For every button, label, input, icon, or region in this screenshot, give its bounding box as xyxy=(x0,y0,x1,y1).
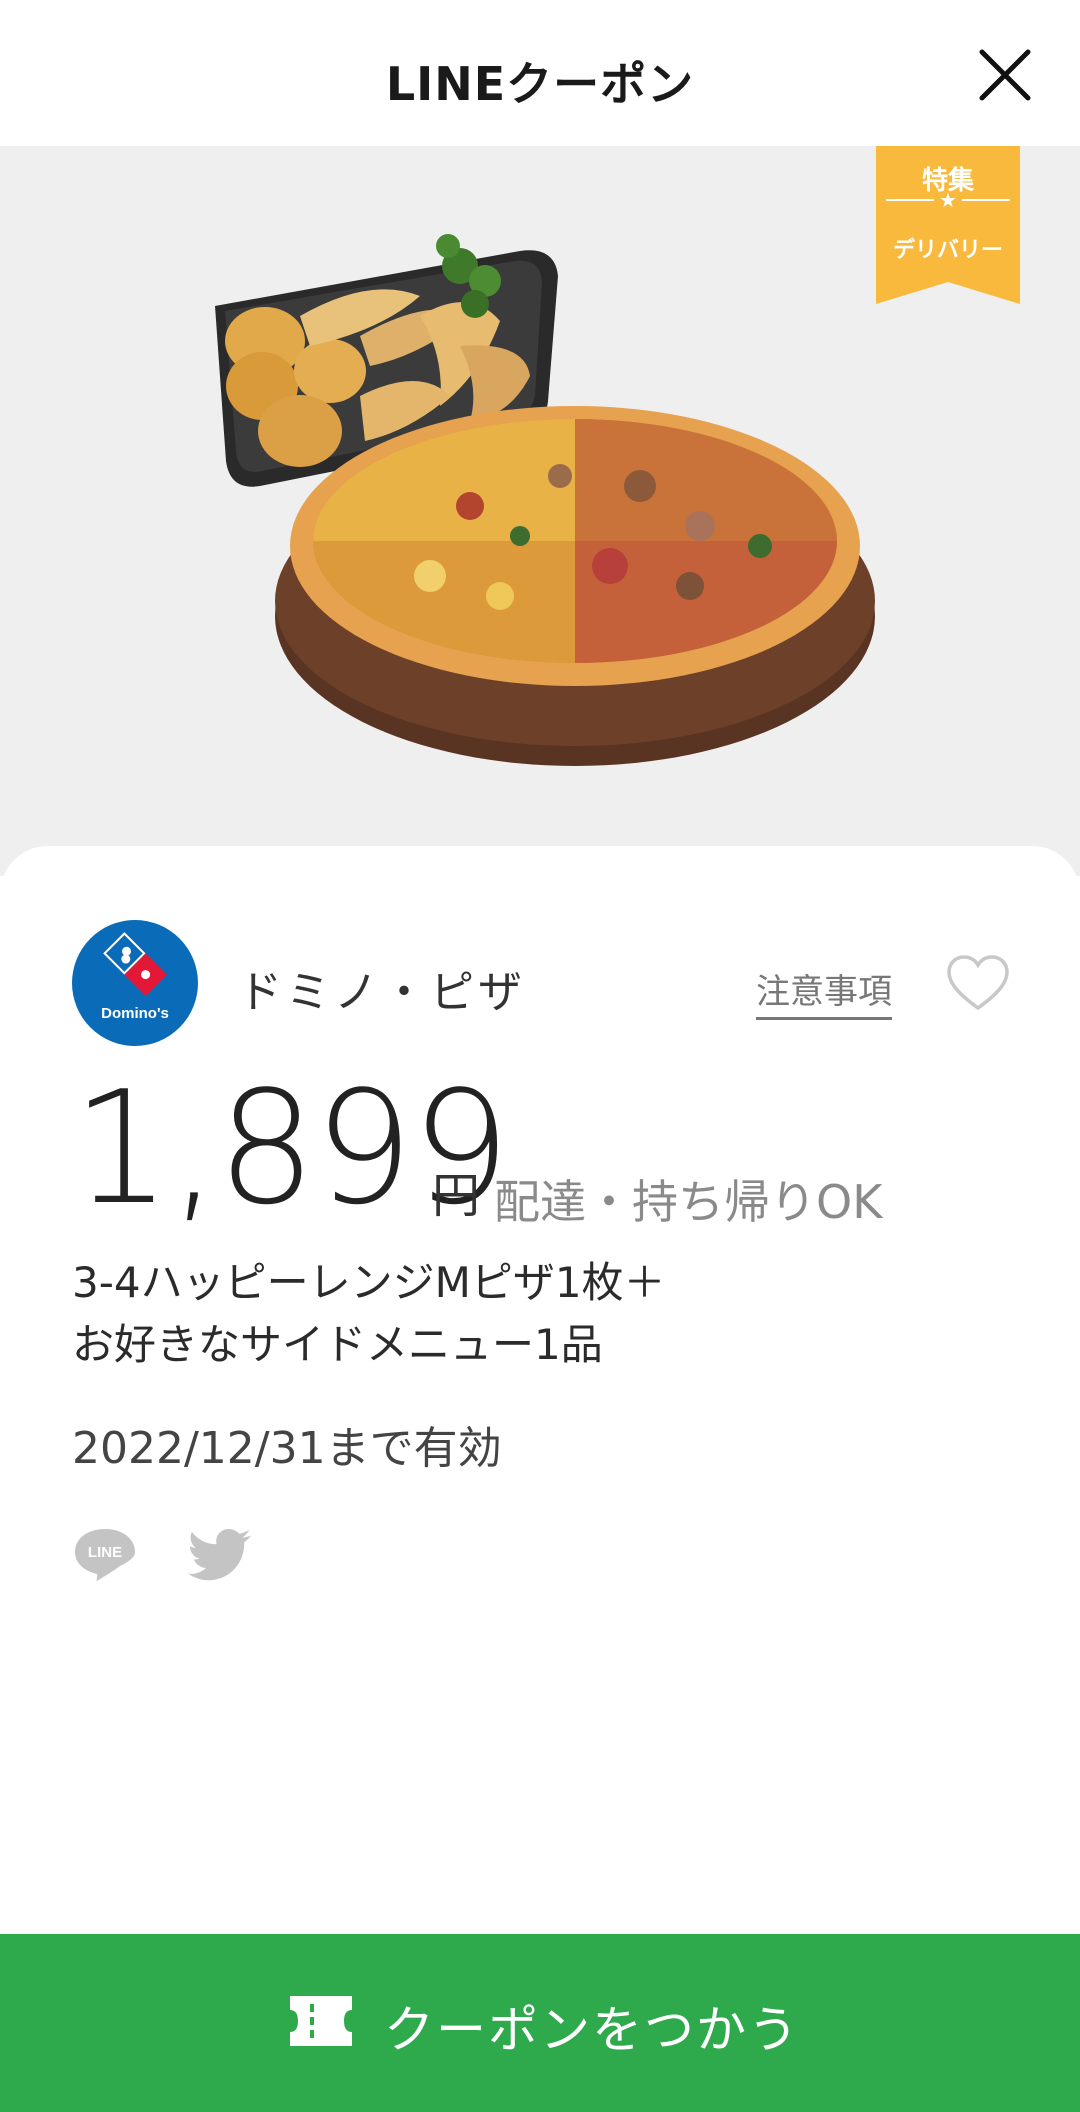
description-line-2: お好きなサイドメニュー1品 xyxy=(72,1320,603,1369)
coupon-description: 3-4ハッピーレンジMピザ1枚＋ お好きなサイドメニュー1品 xyxy=(72,1252,972,1376)
description-line-1: 3-4ハッピーレンジMピザ1枚＋ xyxy=(72,1258,666,1307)
app-title: LINEクーポン xyxy=(385,57,695,111)
store-name: ドミノ・ピザ xyxy=(238,967,526,1018)
star-icon: ★ xyxy=(939,188,957,212)
badge-label-delivery: デリバリー xyxy=(892,238,1003,263)
heart-icon[interactable] xyxy=(946,954,1010,1012)
use-coupon-button[interactable]: クーポンをつかう xyxy=(0,1934,1080,2112)
valid-until: 2022/12/31まで有効 xyxy=(72,1423,502,1474)
notes-link[interactable]: 注意事項 xyxy=(756,964,892,1020)
logo-text: Domino's xyxy=(101,1005,169,1022)
use-coupon-label: クーポンをつかう xyxy=(384,2001,800,2059)
ticket-icon xyxy=(290,1996,352,2046)
delivery-note: 配達・持ち帰りOK xyxy=(494,1175,883,1229)
header-bar: LINEクーポン xyxy=(0,0,1080,146)
dominos-logo: Domino's xyxy=(72,920,198,1046)
currency-label: 円 xyxy=(432,1168,481,1224)
close-icon[interactable] xyxy=(970,40,1040,110)
line-share-icon[interactable]: LINE xyxy=(72,1526,138,1582)
twitter-share-icon[interactable] xyxy=(188,1528,254,1584)
svg-text:LINE: LINE xyxy=(88,1544,122,1561)
coupon-image: 特集 ★ デリバリー xyxy=(0,146,1080,876)
